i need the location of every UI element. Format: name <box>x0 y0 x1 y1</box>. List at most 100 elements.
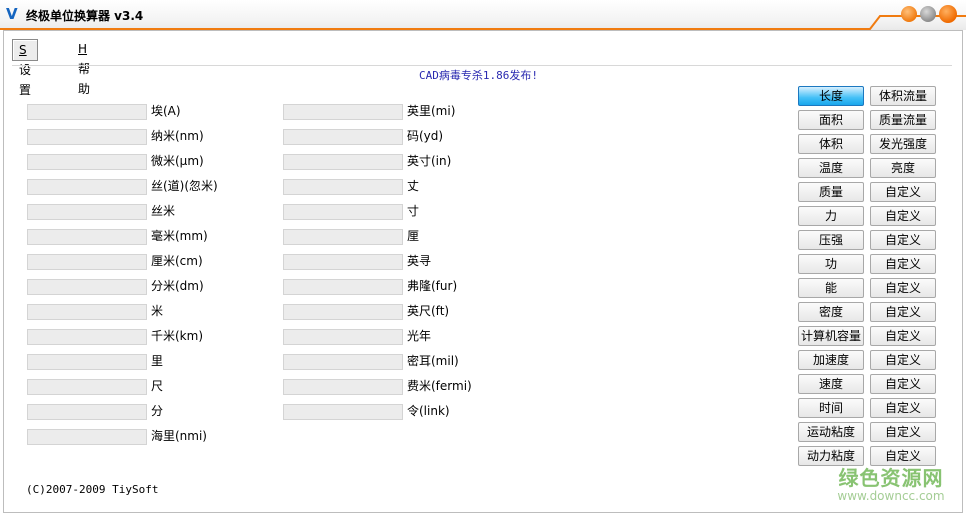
unit-col2-label: 丈 <box>407 179 420 193</box>
unit-col1-label: 尺 <box>151 379 164 393</box>
category-button-right[interactable]: 体积流量 <box>870 86 936 106</box>
unit-col1-label: 分 <box>151 404 164 418</box>
category-button-right[interactable]: 自定义 <box>870 398 936 418</box>
unit-col2-label: 英里(mi) <box>407 104 456 118</box>
unit-col2-label: 厘 <box>407 229 420 243</box>
category-button-right[interactable]: 自定义 <box>870 326 936 346</box>
unit-col2-label: 英寻 <box>407 254 432 268</box>
unit-col2-label: 寸 <box>407 204 420 218</box>
category-button-left[interactable]: 力 <box>798 206 864 226</box>
window-title: 终极单位换算器 v3.4 <box>26 9 144 23</box>
unit-col2-input[interactable] <box>283 304 403 320</box>
category-button-right[interactable]: 自定义 <box>870 302 936 322</box>
unit-col1-input[interactable] <box>27 104 147 120</box>
unit-col2-input[interactable] <box>283 104 403 120</box>
category-button-left[interactable]: 压强 <box>798 230 864 250</box>
main-window: S设置 H帮助 CAD病毒专杀1.86发布! 埃(A) 纳米(nm) 微米(μm) 丝… <box>3 30 963 513</box>
unit-col2-input[interactable] <box>283 204 403 220</box>
unit-col1-input[interactable] <box>27 379 147 395</box>
unit-col2-input[interactable] <box>283 179 403 195</box>
category-button-right[interactable]: 自定义 <box>870 350 936 370</box>
unit-col2-input[interactable] <box>283 129 403 145</box>
unit-col1-label: 米 <box>151 304 164 318</box>
title-bar-accent-line <box>0 15 966 30</box>
unit-col1-input[interactable] <box>27 329 147 345</box>
unit-col1-input[interactable] <box>27 229 147 245</box>
category-button-left[interactable]: 质量 <box>798 182 864 202</box>
unit-col2-input[interactable] <box>283 404 403 420</box>
category-button-left[interactable]: 面积 <box>798 110 864 130</box>
category-button-left[interactable]: 能 <box>798 278 864 298</box>
category-button-left[interactable]: 运动粘度 <box>798 422 864 442</box>
unit-col1-label: 分米(dm) <box>151 279 204 293</box>
category-button-left[interactable]: 长度 <box>798 86 864 106</box>
announcement-link[interactable]: CAD病毒专杀1.86发布! <box>419 67 538 83</box>
unit-col1-label: 海里(nmi) <box>151 429 207 443</box>
category-button-left[interactable]: 密度 <box>798 302 864 322</box>
category-button-right[interactable]: 发光强度 <box>870 134 936 154</box>
category-button-left[interactable]: 计算机容量 <box>798 326 864 346</box>
category-button-right[interactable]: 自定义 <box>870 278 936 298</box>
category-button-left[interactable]: 体积 <box>798 134 864 154</box>
category-button-right[interactable]: 质量流量 <box>870 110 936 130</box>
unit-col2-input[interactable] <box>283 279 403 295</box>
menu-separator <box>12 65 952 66</box>
unit-col1-label: 丝(道)(忽米) <box>151 179 218 193</box>
close-button[interactable] <box>939 5 957 23</box>
unit-col2-input[interactable] <box>283 254 403 270</box>
unit-col1-input[interactable] <box>27 129 147 145</box>
unit-col2-input[interactable] <box>283 229 403 245</box>
watermark-url: www.downcc.com <box>837 489 945 503</box>
category-button-left[interactable]: 功 <box>798 254 864 274</box>
category-button-right[interactable]: 自定义 <box>870 230 936 250</box>
unit-col2-label: 码(yd) <box>407 129 444 143</box>
unit-col1-input[interactable] <box>27 429 147 445</box>
copyright-text: (C)2007-2009 TiySoft <box>26 483 159 496</box>
unit-col1-input[interactable] <box>27 279 147 295</box>
category-button-right[interactable]: 自定义 <box>870 422 936 442</box>
unit-col2-label: 密耳(mil) <box>407 354 459 368</box>
category-button-left[interactable]: 时间 <box>798 398 864 418</box>
watermark: 绿色资源网 www.downcc.com <box>831 462 951 503</box>
maximize-button[interactable] <box>920 6 936 22</box>
unit-col1-label: 纳米(nm) <box>151 129 204 143</box>
unit-col1-input[interactable] <box>27 404 147 420</box>
unit-col2-label: 弗隆(fur) <box>407 279 458 293</box>
menu-settings[interactable]: S设置 <box>12 39 39 97</box>
unit-col1-label: 里 <box>151 354 164 368</box>
unit-col2-label: 光年 <box>407 329 432 343</box>
unit-col2-label: 费米(fermi) <box>407 379 472 393</box>
unit-col2-input[interactable] <box>283 154 403 170</box>
category-button-right[interactable]: 自定义 <box>870 182 936 202</box>
unit-col1-input[interactable] <box>27 354 147 370</box>
unit-col1-label: 丝米 <box>151 204 176 218</box>
app-logo-icon: V <box>6 5 18 23</box>
unit-col2-label: 英寸(in) <box>407 154 452 168</box>
unit-col1-input[interactable] <box>27 204 147 220</box>
unit-col2-label: 令(link) <box>407 404 450 418</box>
unit-col1-input[interactable] <box>27 179 147 195</box>
title-bar: V 终极单位换算器 v3.4 <box>0 0 966 30</box>
unit-col1-input[interactable] <box>27 304 147 320</box>
category-button-left[interactable]: 温度 <box>798 158 864 178</box>
category-button-left[interactable]: 速度 <box>798 374 864 394</box>
unit-col2-input[interactable] <box>283 379 403 395</box>
unit-col2-input[interactable] <box>283 354 403 370</box>
unit-col1-label: 埃(A) <box>151 104 181 118</box>
unit-col1-label: 厘米(cm) <box>151 254 203 268</box>
unit-col1-label: 微米(μm) <box>151 154 204 168</box>
menu-help[interactable]: H帮助 <box>72 39 96 96</box>
category-button-right[interactable]: 自定义 <box>870 206 936 226</box>
unit-col1-input[interactable] <box>27 254 147 270</box>
watermark-title: 绿色资源网 <box>838 466 944 490</box>
minimize-button[interactable] <box>901 6 917 22</box>
category-button-right[interactable]: 自定义 <box>870 374 936 394</box>
category-button-left[interactable]: 加速度 <box>798 350 864 370</box>
unit-col1-input[interactable] <box>27 154 147 170</box>
unit-col2-input[interactable] <box>283 329 403 345</box>
unit-col1-label: 千米(km) <box>151 329 204 343</box>
unit-col1-label: 毫米(mm) <box>151 229 208 243</box>
category-button-right[interactable]: 亮度 <box>870 158 936 178</box>
unit-col2-label: 英尺(ft) <box>407 304 450 318</box>
category-button-right[interactable]: 自定义 <box>870 254 936 274</box>
